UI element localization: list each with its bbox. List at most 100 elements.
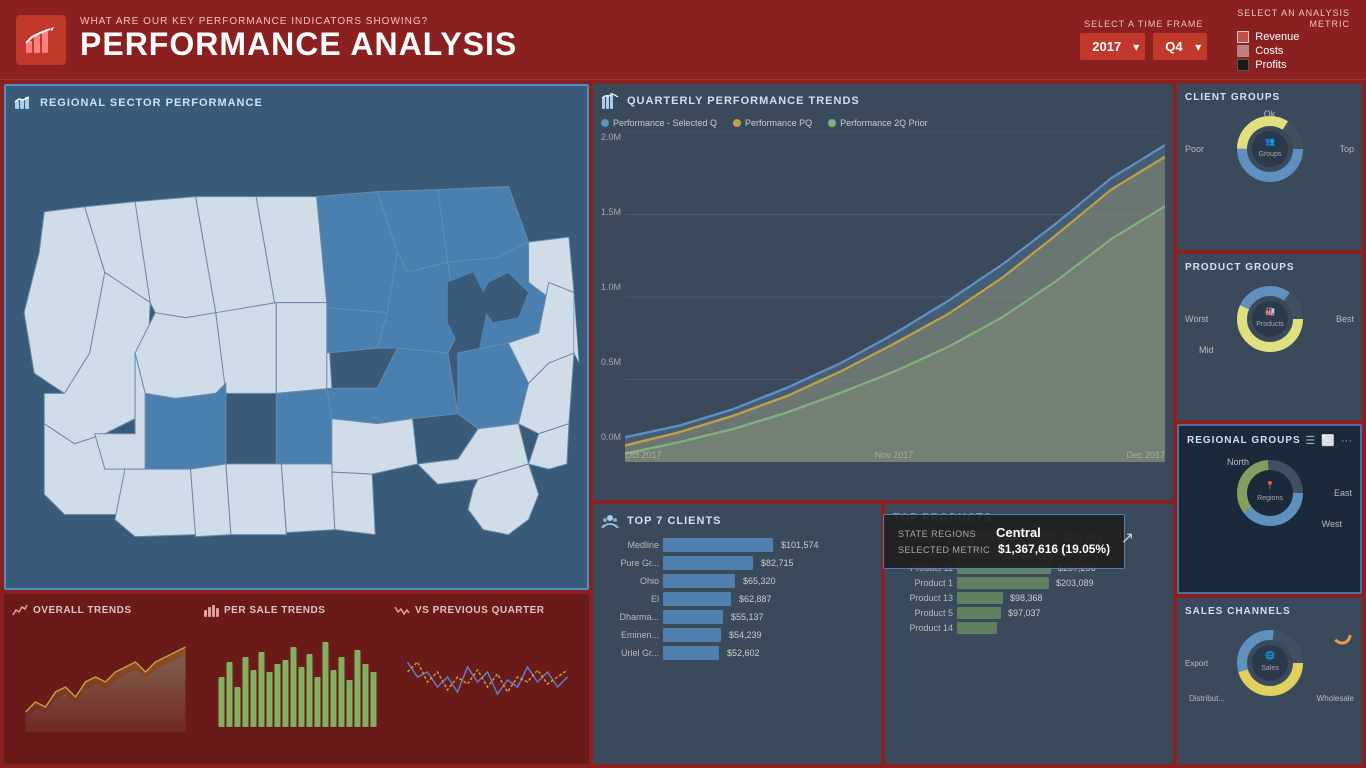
legend-dot-selected-q — [601, 119, 609, 127]
region-tooltip: STATE REGIONS Central SELECTED METRIC $1… — [883, 514, 1125, 569]
product-bar-5 — [957, 607, 1001, 619]
svg-text:🏭: 🏭 — [1265, 307, 1275, 316]
header-icon — [16, 15, 66, 65]
tooltip-metric-row: SELECTED METRIC $1,367,616 (19.05%) — [898, 542, 1110, 556]
client-bar-2 — [663, 574, 735, 588]
product-bar-3 — [957, 577, 1049, 589]
per-sale-trends-area — [203, 622, 390, 756]
trends-legend: Performance - Selected Q Performance PQ … — [601, 118, 1165, 128]
x-axis-dec: Dec 2017 — [1126, 450, 1165, 460]
trends-card-title: QUARTERLY PERFORMANCE TRENDS — [627, 95, 860, 107]
client-bar-3 — [663, 592, 731, 606]
client-bar-0 — [663, 538, 773, 552]
legend-2q-prior: Performance 2Q Prior — [828, 118, 928, 128]
y-axis-0m: 0.0M — [601, 432, 621, 442]
client-row-2: Ohio $65,320 — [601, 574, 873, 588]
per-sale-trends-header: PER SALE TRENDS — [203, 602, 325, 618]
profits-label: Profits — [1255, 59, 1286, 71]
costs-checkbox[interactable] — [1237, 45, 1249, 57]
svg-text:📍: 📍 — [1265, 480, 1275, 490]
clients-card-title: TOP 7 CLIENTS — [627, 515, 722, 527]
trends-svg-container: Oct 2017 Nov 2017 Dec 2017 — [625, 132, 1165, 462]
client-value-3: $62,887 — [739, 594, 772, 604]
regional-groups-expand-icon[interactable]: ⬜ — [1321, 434, 1335, 447]
sales-channels-donut-svg: 🌐 Sales — [1235, 628, 1305, 698]
profits-checkbox[interactable] — [1237, 59, 1249, 71]
product-row-3: Product 1 $203,089 — [893, 577, 1165, 589]
legend-dot-2q — [828, 119, 836, 127]
product-value-4: $98,368 — [1010, 593, 1043, 603]
client-value-2: $65,320 — [743, 576, 776, 586]
product-groups-donut-svg: 🏭 Products — [1235, 284, 1305, 354]
metric-profits-row[interactable]: Profits — [1237, 59, 1286, 71]
tooltip-state-label: STATE REGIONS — [898, 529, 988, 539]
top-clients-card: TOP 7 CLIENTS Medline $101,574 Pure Gr..… — [593, 504, 881, 764]
client-groups-top-label: Top — [1339, 144, 1354, 154]
bottom-charts-panel: OVERALL TRENDS — [4, 594, 589, 764]
svg-text:🌐: 🌐 — [1265, 650, 1275, 660]
tooltip-metric-value: $1,367,616 (19.05%) — [998, 542, 1110, 556]
product-value-3: $203,089 — [1056, 578, 1094, 588]
year-select-wrapper[interactable]: 2017 2016 2015 2018 — [1080, 33, 1145, 60]
product-groups-worst-label: Worst — [1185, 314, 1208, 324]
us-map[interactable] — [14, 120, 579, 576]
cursor-indicator: ↗ — [1121, 528, 1134, 548]
tooltip-state-value: Central — [996, 525, 1041, 540]
regional-north-label: North — [1227, 457, 1249, 467]
client-row-3: El $62,887 — [601, 592, 873, 606]
main-content: REGIONAL SECTOR PERFORMANCE — [0, 80, 1366, 768]
client-value-4: $55,137 — [731, 612, 764, 622]
analysis-label-line1: SELECT AN ANALYSIS — [1237, 8, 1350, 19]
svg-text:Products: Products — [1256, 321, 1284, 328]
trends-card-header: QUARTERLY PERFORMANCE TRENDS — [601, 92, 1165, 110]
time-frame-block: SELECT A TIME FRAME 2017 2016 2015 2018 … — [1080, 19, 1207, 60]
quarter-select-wrapper[interactable]: Q4 Q1 Q2 Q3 — [1153, 33, 1207, 60]
legend-selected-q: Performance - Selected Q — [601, 118, 717, 128]
revenue-checkbox[interactable] — [1237, 31, 1249, 43]
y-axis-1m: 1.0M — [601, 282, 621, 292]
regional-groups-more-icon[interactable]: ··· — [1341, 434, 1352, 447]
regional-groups-header: REGIONAL GROUPS ☰ ⬜ ··· — [1187, 434, 1352, 447]
quarterly-trends-card: QUARTERLY PERFORMANCE TRENDS Performance… — [593, 84, 1173, 500]
svg-text:Groups: Groups — [1258, 151, 1281, 158]
client-name-1: Pure Gr... — [601, 558, 659, 568]
product-bar-6 — [957, 622, 997, 634]
y-axis-0-5m: 0.5M — [601, 357, 621, 367]
quarter-select[interactable]: Q4 Q1 Q2 Q3 — [1153, 33, 1207, 60]
svg-text:👥: 👥 — [1265, 137, 1275, 146]
y-axis-2m: 2.0M — [601, 132, 621, 142]
regional-west-label: West — [1322, 519, 1342, 529]
regional-groups-card: REGIONAL GROUPS ☰ ⬜ ··· North East West … — [1177, 424, 1362, 594]
client-value-1: $82,715 — [761, 558, 794, 568]
product-value-5: $97,037 — [1008, 608, 1041, 618]
revenue-label: Revenue — [1255, 31, 1299, 43]
map-card-header: REGIONAL SECTOR PERFORMANCE — [14, 94, 579, 112]
tooltip-state-row: STATE REGIONS Central — [898, 525, 1110, 540]
trends-chart-area: 2.0M 1.5M 1.0M 0.5M 0.0M — [601, 132, 1165, 462]
vs-prev-icon — [394, 602, 410, 618]
overall-trends-area — [12, 622, 199, 756]
year-select[interactable]: 2017 2016 2015 2018 — [1080, 33, 1145, 60]
analysis-metric-block: SELECT AN ANALYSIS METRIC Revenue Costs … — [1237, 8, 1350, 72]
clients-icon — [601, 512, 619, 530]
client-bar-5 — [663, 628, 721, 642]
per-sale-icon — [203, 602, 219, 618]
map-card-title: REGIONAL SECTOR PERFORMANCE — [40, 97, 263, 109]
legend-label-pq: Performance PQ — [745, 118, 812, 128]
client-value-6: $52,602 — [727, 648, 760, 658]
client-bar-1 — [663, 556, 753, 570]
client-row-5: Eminen... $54,239 — [601, 628, 873, 642]
right-panel: CLIENT GROUPS Ok Poor Top 👥 Groups PRODU… — [1177, 84, 1362, 764]
trends-icon — [601, 92, 619, 110]
sales-channels-title: SALES CHANNELS — [1185, 606, 1354, 617]
sales-distribut-label: Distribut... — [1189, 694, 1225, 703]
vs-prev-quarter-header: VS PREVIOUS QUARTER — [394, 602, 545, 618]
metric-revenue-row[interactable]: Revenue — [1237, 31, 1299, 43]
metric-costs-row[interactable]: Costs — [1237, 45, 1283, 57]
overall-trends-chart: OVERALL TRENDS — [12, 602, 199, 756]
overall-trends-title: OVERALL TRENDS — [33, 605, 132, 616]
regional-groups-menu-icon[interactable]: ☰ — [1305, 434, 1315, 447]
product-name-4: Product 13 — [893, 593, 953, 603]
product-name-5: Product 5 — [893, 608, 953, 618]
regional-groups-donut-svg: 📍 Regions — [1235, 458, 1305, 528]
